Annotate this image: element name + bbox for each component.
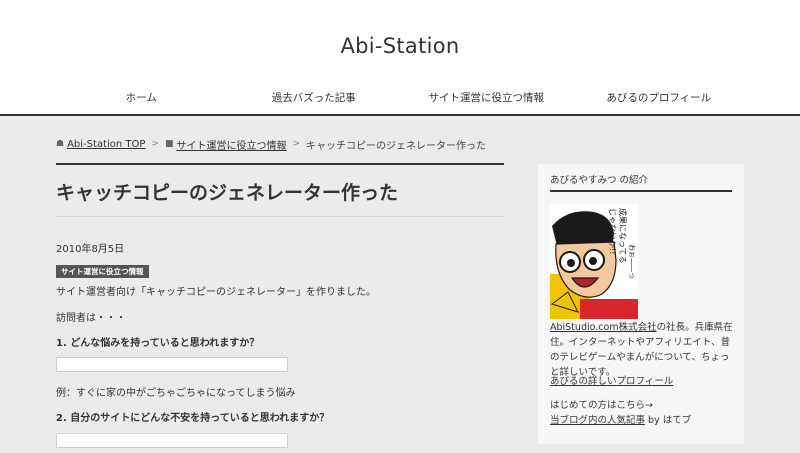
article-divider bbox=[56, 163, 504, 165]
chevron-right-icon: > bbox=[292, 139, 301, 149]
breadcrumb-home-link[interactable]: Abi-Station TOP bbox=[67, 139, 145, 150]
global-nav: ホーム 過去バズった記事 サイト運営に役立つ情報 あびるのプロフィール bbox=[55, 90, 745, 108]
popular-suffix: by はてブ bbox=[645, 415, 692, 426]
widget-title: あびるやすみつ の紹介 bbox=[550, 175, 649, 186]
comic-text-1: 成果になってる bbox=[618, 208, 628, 264]
chevron-right-icon: > bbox=[151, 139, 159, 149]
breadcrumb: ☗ Abi-Station TOP > ■ サイト運営に役立つ情報 > キャッチ… bbox=[56, 137, 516, 152]
folder-icon: ■ bbox=[164, 139, 174, 149]
question-2-heading: 2. 自分のサイトにどんな不安を持っていると思われますか？ bbox=[56, 413, 330, 424]
profile-detail-link[interactable]: あびるの詳しいプロフィール bbox=[550, 373, 673, 387]
nav-item-home[interactable]: ホーム bbox=[55, 90, 228, 108]
sidebar-profile-widget: あびるやすみつ の紹介 成果になってる じゃないか!! おぉ――っ AbiStu… bbox=[538, 164, 744, 444]
example-1-text: 例：すぐに家の中がごちゃごちゃになってしまう悩み bbox=[56, 388, 296, 399]
popular-articles-link[interactable]: 当ブログ内の人気記事 bbox=[550, 415, 645, 426]
category-tag[interactable]: サイト運営に役立つ情報 bbox=[56, 265, 149, 278]
comic-text-2: じゃないか!! bbox=[608, 208, 617, 254]
breadcrumb-category-link[interactable]: サイト運営に役立つ情報 bbox=[176, 137, 286, 152]
comic-text-3: おぉ――っ bbox=[628, 244, 636, 279]
question-2-input[interactable] bbox=[56, 433, 288, 448]
article-title: キャッチコピーのジェネレーター作った bbox=[56, 182, 399, 204]
widget-divider bbox=[550, 190, 732, 192]
question-1-input[interactable] bbox=[56, 357, 288, 372]
site-header: Abi-Station ホーム 過去バズった記事 サイト運営に役立つ情報 あびる… bbox=[0, 0, 800, 116]
question-1-heading: 1. どんな悩みを持っていると思われますか？ bbox=[56, 338, 260, 349]
popular-articles-line: 当ブログ内の人気記事 by はてブ bbox=[550, 412, 691, 426]
article-intro: サイト運営者向け「キャッチコピーのジェネレーター」を作りました。 bbox=[56, 287, 376, 298]
home-icon: ☗ bbox=[56, 139, 65, 149]
first-time-text: はじめての方はこちら→ bbox=[550, 400, 653, 411]
nav-item-profile[interactable]: あびるのプロフィール bbox=[573, 90, 746, 108]
nav-item-site-tips[interactable]: サイト運営に役立つ情報 bbox=[400, 90, 573, 108]
breadcrumb-current: キャッチコピーのジェネレーター作った bbox=[306, 140, 487, 152]
post-date: 2010年8月5日 bbox=[56, 244, 125, 255]
avatar[interactable]: 成果になってる じゃないか!! おぉ――っ bbox=[550, 204, 638, 319]
title-divider bbox=[56, 216, 504, 217]
nav-item-buzz-articles[interactable]: 過去バズった記事 bbox=[228, 90, 401, 108]
company-link[interactable]: AbiStudio.com株式会社 bbox=[550, 322, 657, 333]
visitor-label: 訪問者は・・・ bbox=[56, 313, 126, 324]
profile-bio: AbiStudio.com株式会社の社長。兵庫県在住。インターネットやアフィリエ… bbox=[550, 320, 736, 380]
site-title[interactable]: Abi-Station bbox=[0, 34, 800, 58]
manga-avatar-image: 成果になってる じゃないか!! おぉ――っ bbox=[550, 204, 638, 319]
